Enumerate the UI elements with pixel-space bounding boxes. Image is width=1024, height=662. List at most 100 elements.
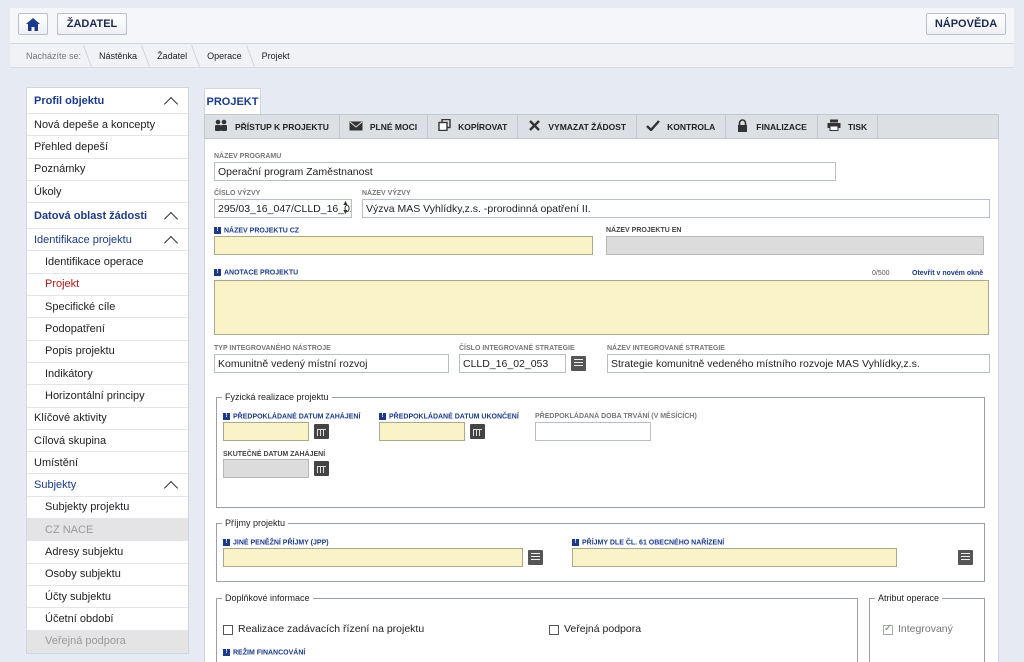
sidebar-item-klicove-aktivity[interactable]: Klíčové aktivity xyxy=(27,408,188,430)
sidebar-item-adresy-subjektu[interactable]: Adresy subjektu xyxy=(27,541,188,564)
sidebar-item-podopatreni[interactable]: Podopatření xyxy=(27,318,188,341)
sidebar-item-ukoly[interactable]: Úkoly xyxy=(27,181,188,204)
sidebar-item-label: Cílová skupina xyxy=(34,434,107,447)
toolbar-label: TISK xyxy=(847,121,868,132)
sidebar-item-label: Indikátory xyxy=(45,367,93,380)
prijmy-cl61-field[interactable] xyxy=(572,548,897,567)
nazev-projektu-en-label: NÁZEV PROJEKTU EN xyxy=(606,227,682,234)
chevron-up-icon[interactable] xyxy=(163,235,179,250)
nazev-strategie-field[interactable]: Strategie komunitně vedeného místního ro… xyxy=(607,354,990,373)
sidebar-item-label: Subjekty projektu xyxy=(45,501,130,514)
tab-projekt[interactable]: PROJEKT xyxy=(204,88,261,115)
zadavaci-rizeni-checkbox[interactable] xyxy=(223,625,233,635)
breadcrumb-label: Nacházíte se: xyxy=(26,50,82,61)
calendar-icon[interactable] xyxy=(314,461,329,476)
cislo-vyzvy-field[interactable]: 295/03_16_047/CLLD_16_02 xyxy=(214,199,352,218)
nazev-strategie-label: NÁZEV INTEGROVANÉ STRATEGIE xyxy=(607,345,725,352)
sidebar-item-osoby-subjektu[interactable]: Osoby subjektu xyxy=(27,564,188,586)
breadcrumb-item-zadatel[interactable]: Žadatel xyxy=(147,51,197,61)
sidebar-item-identifikace-projektu[interactable]: Identifikace projektu xyxy=(27,229,188,252)
nazev-projektu-cz-field[interactable] xyxy=(214,236,593,255)
sidebar-item-profil-objektu[interactable]: Profil objektu xyxy=(27,88,188,114)
lock-icon xyxy=(734,118,750,135)
toolbar-button-print[interactable]: TISK xyxy=(818,115,879,138)
help-button[interactable]: NÁPOVĚDA xyxy=(926,13,1006,35)
calendar-icon[interactable] xyxy=(314,424,329,439)
sidebar-item-ucetni-obdobi[interactable]: Účetní období xyxy=(27,608,188,631)
sidebar-item-ucty-subjektu[interactable]: Účty subjektu xyxy=(27,586,188,609)
prijmy-cl61-label: ! PŘÍJMY DLE ČL. 61 OBECNÉHO NAŘÍZENÍ xyxy=(572,539,724,546)
home-button[interactable] xyxy=(18,13,48,35)
nazev-projektu-en-field[interactable] xyxy=(606,236,984,255)
breadcrumb-item-nastenka[interactable]: Nástěnka xyxy=(89,51,147,61)
sidebar-item-subjekty-projektu[interactable]: Subjekty projektu xyxy=(27,497,188,520)
sidebar-item-label: Specifické cíle xyxy=(45,300,116,313)
jine-prijmy-field[interactable] xyxy=(223,548,523,567)
toolbar-button-envelope[interactable]: PLNÉ MOCI xyxy=(340,115,429,138)
skutecne-datum-label: SKUTEČNÉ DATUM ZAHÁJENÍ xyxy=(223,451,326,458)
sidebar-item-label: Úkoly xyxy=(34,185,62,198)
toolbar-button-people[interactable]: PŘÍSTUP K PROJEKTU xyxy=(205,115,340,138)
sidebar-item-label: Adresy subjektu xyxy=(45,545,124,558)
verejna-podpora-checkbox[interactable] xyxy=(549,625,559,635)
sidebar-item-label: Identifikace projektu xyxy=(34,233,132,246)
sidebar-item-label: Účty subjektu xyxy=(45,590,112,603)
toolbar-button-copy[interactable]: KOPÍROVAT xyxy=(428,115,519,138)
chevron-up-icon[interactable] xyxy=(163,211,179,226)
anotace-label: ! ANOTACE PROJEKTU xyxy=(214,269,298,276)
toolbar-button-check[interactable]: KONTROLA xyxy=(637,115,727,138)
required-icon: ! xyxy=(572,539,579,546)
breadcrumb-item-projekt[interactable]: Projekt xyxy=(252,51,300,61)
calendar-icon[interactable] xyxy=(470,424,485,439)
integrovany-label: Integrovaný xyxy=(898,623,953,635)
breadcrumb-item-operace[interactable]: Operace xyxy=(197,51,252,61)
toolbar-label: VYMAZAT ŽÁDOST xyxy=(548,121,627,132)
sidebar-item-subjekty[interactable]: Subjekty xyxy=(27,474,188,497)
sidebar-item-label: Podopatření xyxy=(45,323,105,336)
sidebar-item-horizontalni-principy[interactable]: Horizontální principy xyxy=(27,385,188,408)
envelope-icon xyxy=(348,119,364,134)
open-new-window-link[interactable]: Otevřít v novém okně xyxy=(912,270,983,277)
toolbar-label: KONTROLA xyxy=(667,121,716,132)
verejna-podpora-label: Veřejná podpora xyxy=(564,623,642,635)
doba-trvani-label: PŘEDPOKLÁDANÁ DOBA TRVÁNÍ (V MĚSÍCÍCH) xyxy=(535,413,697,420)
sidebar-item-identifikace-operace[interactable]: Identifikace operace xyxy=(27,251,188,274)
toolbar-button-delete[interactable]: VYMAZAT ŽÁDOST xyxy=(518,115,638,138)
sidebar-item-umisteni[interactable]: Umístění xyxy=(27,452,188,475)
list-icon[interactable] xyxy=(958,550,973,565)
sidebar-item-specificke-cile[interactable]: Specifické cíle xyxy=(27,296,188,319)
toolbar-label: PLNÉ MOCI xyxy=(369,121,418,132)
sidebar-item-cz-nace: CZ NACE xyxy=(27,519,188,542)
datum-ukonceni-field[interactable] xyxy=(379,422,465,441)
sidebar-item-prehled-depesi[interactable]: Přehled depeší xyxy=(27,136,188,159)
doba-trvani-field[interactable] xyxy=(535,422,651,441)
sidebar-item-popis-projektu[interactable]: Popis projektu xyxy=(27,341,188,363)
sidebar-item-datova-oblast-zadosti[interactable]: Datová oblast žádosti xyxy=(27,203,188,230)
nazev-vyzvy-field[interactable]: Výzva MAS Vyhlídky,z.s. -prorodinná opat… xyxy=(362,199,990,218)
zadatel-button[interactable]: ŽADATEL xyxy=(57,13,127,35)
sidebar-item-indikatory[interactable]: Indikátory xyxy=(27,363,188,386)
nazev-programu-field[interactable]: Operační program Zaměstnanost xyxy=(214,162,836,181)
chevron-up-icon[interactable] xyxy=(163,96,179,111)
datum-zahajeni-field[interactable] xyxy=(223,422,309,441)
anotace-field[interactable] xyxy=(214,280,989,335)
sidebar-item-label: Osoby subjektu xyxy=(45,568,121,581)
list-icon[interactable] xyxy=(571,356,586,371)
typ-nastroje-field[interactable]: Komunitně vedený místní rozvoj xyxy=(214,354,449,373)
chevron-up-icon[interactable] xyxy=(163,481,179,496)
sidebar-item-nova-depese-a-koncepty[interactable]: Nová depeše a koncepty xyxy=(27,114,188,137)
jine-prijmy-label: ! JINÉ PENĚŽNÍ PŘÍJMY (JPP) xyxy=(223,539,329,546)
datum-zahajeni-label: ! PŘEDPOKLÁDANÉ DATUM ZAHÁJENÍ xyxy=(223,413,360,420)
atribut-legend: Atribut operace xyxy=(875,593,943,603)
toolbar-button-lock[interactable]: FINALIZACE xyxy=(726,115,818,138)
required-icon: ! xyxy=(214,269,221,276)
cislo-strategie-field[interactable]: CLLD_16_02_053 xyxy=(459,354,566,373)
project-form: NÁZEV PROGRAMU Operační program Zaměstna… xyxy=(204,139,999,662)
skutecne-datum-field[interactable] xyxy=(223,459,309,478)
sidebar-item-cilova-skupina[interactable]: Cílová skupina xyxy=(27,430,188,453)
sidebar-item-projekt[interactable]: Projekt xyxy=(27,274,188,297)
spinner-icon[interactable]: ▲ ▼ xyxy=(340,199,351,218)
list-icon[interactable] xyxy=(528,550,543,565)
sidebar-item-label: Horizontální principy xyxy=(45,389,145,402)
sidebar-item-poznamky[interactable]: Poznámky xyxy=(27,159,188,181)
